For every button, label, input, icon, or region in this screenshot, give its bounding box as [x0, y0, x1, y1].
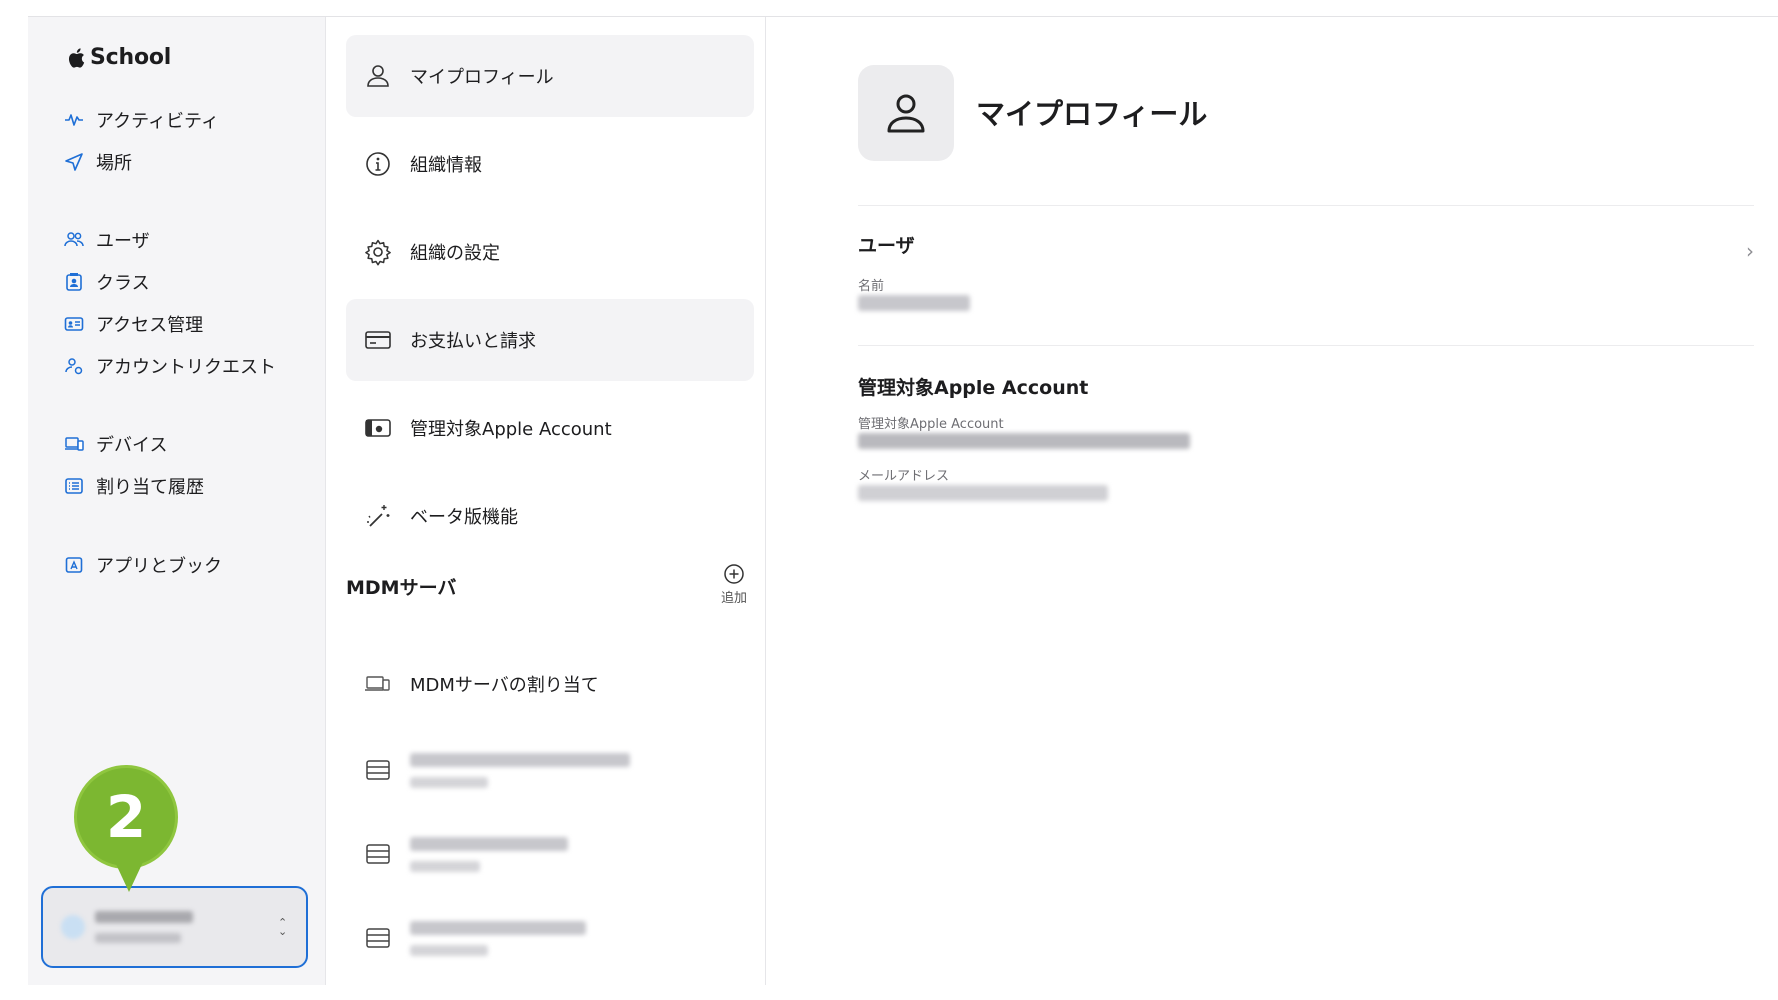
sidebar-item-label: アクティビティ — [96, 111, 219, 132]
settings-item-label: 管理対象Apple Account — [410, 419, 612, 440]
email-label: メールアドレス — [858, 469, 950, 484]
chevron-up-down-icon: ⌃⌄ — [278, 916, 288, 938]
server-icon — [366, 928, 390, 948]
brand-name: School — [90, 45, 172, 70]
mdm-server-row[interactable] — [346, 729, 754, 811]
server-icon — [366, 760, 390, 780]
settings-item-managed-apple-account[interactable]: 管理対象Apple Account — [346, 387, 754, 469]
settings-item-label: お支払いと請求 — [410, 331, 536, 352]
mdm-server-name-redacted — [410, 836, 568, 872]
sidebar-item-access[interactable]: アクセス管理 — [64, 311, 203, 337]
sidebar-item-account-request[interactable]: アカウントリクエスト — [64, 353, 276, 379]
chevron-right-icon[interactable]: › — [1746, 239, 1754, 263]
settings-item-billing[interactable]: お支払いと請求 — [346, 299, 754, 381]
mdm-server-name-redacted — [410, 752, 630, 788]
app-window: School アクティビティ 場所 ユーザ クラス アクセス管理 アカウントリク… — [28, 16, 1778, 985]
sidebar-item-label: ユーザ — [96, 231, 150, 252]
name-value-redacted — [858, 295, 970, 311]
sidebar-item-location[interactable]: 場所 — [64, 149, 132, 175]
sidebar-item-label: 割り当て履歴 — [96, 477, 204, 498]
class-icon — [66, 273, 82, 291]
settings-item-label: 組織情報 — [410, 155, 482, 176]
profile-avatar — [858, 65, 954, 161]
info-icon — [366, 152, 390, 176]
mdm-server-name-redacted — [410, 920, 586, 956]
settings-item-org-info[interactable]: 組織情報 — [346, 123, 754, 205]
account-section-title: 管理対象Apple Account — [858, 377, 1089, 399]
add-label: 追加 — [721, 591, 748, 606]
sidebar-item-users[interactable]: ユーザ — [64, 227, 150, 253]
activity-icon — [65, 114, 83, 126]
user-section-title: ユーザ — [858, 235, 915, 257]
apple-logo-icon — [68, 47, 85, 68]
account-switcher[interactable]: ⌃⌄ — [41, 886, 308, 968]
add-mdm-button[interactable]: 追加 — [721, 563, 747, 606]
server-icon — [366, 844, 390, 864]
account-request-icon — [65, 358, 83, 375]
sidebar-item-label: アプリとブック — [96, 556, 222, 577]
settings-list: マイプロフィール 組織情報 組織の設定 お支払いと請求 管理対象Apple Ac… — [326, 17, 766, 985]
mdm-server-row[interactable] — [346, 813, 754, 895]
sidebar: School アクティビティ 場所 ユーザ クラス アクセス管理 アカウントリク… — [28, 17, 326, 985]
settings-item-my-profile[interactable]: マイプロフィール — [346, 35, 754, 117]
apple-account-icon — [365, 419, 391, 437]
magic-wand-icon — [367, 505, 390, 527]
page-title: マイプロフィール — [976, 97, 1208, 131]
mdm-section-header: MDMサーバ — [346, 577, 457, 599]
sidebar-item-assignment-history[interactable]: 割り当て履歴 — [64, 473, 204, 499]
settings-item-label: 組織の設定 — [410, 243, 500, 264]
sidebar-item-label: 場所 — [96, 153, 132, 174]
divider — [858, 205, 1754, 206]
person-icon — [887, 94, 925, 133]
devices-icon — [65, 437, 84, 451]
sidebar-item-devices[interactable]: デバイス — [64, 431, 167, 457]
assignment-history-icon — [65, 478, 83, 494]
mdm-server-row[interactable] — [346, 897, 754, 979]
name-label: 名前 — [858, 279, 885, 294]
profile-detail: マイプロフィール ユーザ › 名前 管理対象Apple Account 管理対象… — [766, 17, 1778, 985]
sidebar-item-label: アクセス管理 — [96, 315, 204, 336]
sidebar-item-label: デバイス — [96, 435, 168, 456]
sidebar-item-apps-books[interactable]: アプリとブック — [64, 552, 222, 578]
settings-item-label: ベータ版機能 — [410, 507, 518, 528]
gear-icon — [365, 239, 391, 266]
settings-item-beta-features[interactable]: ベータ版機能 — [346, 475, 754, 557]
sidebar-item-label: アカウントリクエスト — [96, 357, 276, 378]
devices-icon — [365, 676, 390, 691]
avatar — [61, 915, 85, 939]
sidebar-item-activity[interactable]: アクティビティ — [64, 107, 219, 133]
sidebar-item-class[interactable]: クラス — [64, 269, 150, 295]
users-icon — [64, 232, 84, 247]
access-card-icon — [64, 317, 84, 331]
settings-item-label: マイプロフィール — [410, 67, 554, 88]
account-name-redacted — [95, 911, 193, 943]
apps-books-icon — [65, 557, 83, 573]
person-icon — [367, 65, 389, 87]
divider — [858, 345, 1754, 346]
account-value-redacted — [858, 433, 1190, 449]
callout-badge: 2 — [74, 765, 178, 892]
plus-circle-icon — [724, 564, 744, 584]
sidebar-item-label: クラス — [96, 273, 150, 294]
credit-card-icon — [365, 331, 391, 349]
settings-item-org-settings[interactable]: 組織の設定 — [346, 211, 754, 293]
brand: School — [66, 45, 171, 70]
location-icon — [65, 153, 83, 171]
settings-item-label: MDMサーバの割り当て — [410, 675, 599, 696]
account-label: 管理対象Apple Account — [858, 417, 1004, 432]
settings-item-mdm-assign[interactable]: MDMサーバの割り当て — [346, 643, 754, 725]
email-value-redacted — [858, 485, 1108, 501]
